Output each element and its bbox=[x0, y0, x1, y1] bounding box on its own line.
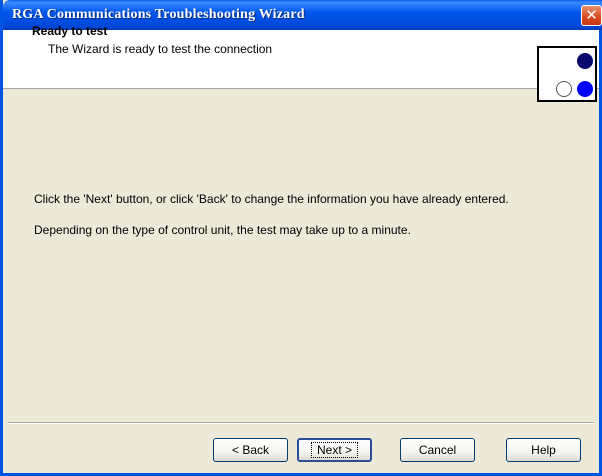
footer-separator bbox=[8, 422, 594, 424]
page-subtitle: The Wizard is ready to test the connecti… bbox=[48, 42, 273, 56]
page-title: Ready to test bbox=[32, 24, 108, 38]
navy-dot-icon bbox=[577, 53, 593, 69]
next-button[interactable]: Next > bbox=[297, 438, 372, 462]
next-button-label: Next > bbox=[310, 442, 358, 458]
wizard-header bbox=[3, 30, 599, 89]
three-dots-logo-icon bbox=[537, 46, 597, 102]
close-button[interactable]: ✕ bbox=[581, 5, 602, 26]
help-button[interactable]: Help bbox=[506, 438, 581, 462]
duration-note-text: Depending on the type of control unit, t… bbox=[34, 223, 411, 237]
blue-dot-icon bbox=[577, 81, 593, 97]
close-icon: ✕ bbox=[585, 6, 598, 24]
instruction-text: Click the 'Next' button, or click 'Back'… bbox=[34, 192, 509, 206]
window-title: RGA Communications Troubleshooting Wizar… bbox=[12, 7, 305, 22]
empty-dot-icon bbox=[556, 81, 572, 97]
cancel-button[interactable]: Cancel bbox=[400, 438, 475, 462]
back-button[interactable]: < Back bbox=[213, 438, 288, 462]
